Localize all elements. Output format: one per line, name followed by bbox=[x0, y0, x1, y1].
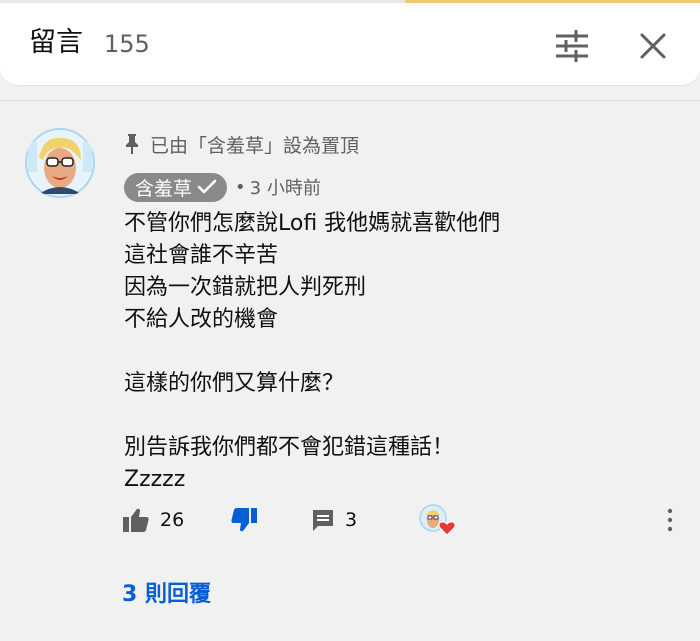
sort-filter-button[interactable] bbox=[553, 27, 591, 65]
author-row: 含羞草 • 3 小時前 bbox=[124, 172, 321, 202]
author-badge[interactable]: 含羞草 bbox=[124, 172, 228, 202]
creator-heart-badge bbox=[418, 502, 458, 538]
close-button[interactable] bbox=[636, 29, 670, 63]
reply-count: 3 bbox=[345, 509, 358, 531]
separator bbox=[0, 100, 700, 101]
reply-icon bbox=[313, 510, 333, 531]
more-options-button[interactable] bbox=[660, 504, 680, 536]
like-button[interactable]: 26 bbox=[122, 500, 184, 540]
comments-header: 留言 155 bbox=[0, 3, 700, 85]
close-icon bbox=[640, 33, 666, 59]
like-count: 26 bbox=[160, 509, 185, 531]
comment-count: 155 bbox=[104, 30, 150, 58]
author-name: 含羞草 bbox=[135, 177, 193, 200]
meta-separator: • bbox=[235, 176, 246, 198]
reply-button[interactable]: 3 bbox=[311, 500, 357, 540]
thumbs-down-icon bbox=[231, 508, 257, 532]
cartoon-avatar-image bbox=[25, 128, 95, 198]
comment-text: 不管你們怎麼說Lofi 我他媽就喜歡他們 這社會誰不辛苦 因為一次錯就把人判死刑… bbox=[124, 211, 501, 492]
heart-icon bbox=[419, 504, 456, 536]
sliders-icon bbox=[556, 30, 588, 62]
more-vert-icon bbox=[667, 508, 673, 532]
view-replies-link[interactable]: 3 則回覆 bbox=[122, 576, 211, 608]
comment-time: 3 小時前 bbox=[249, 178, 321, 199]
author-avatar[interactable] bbox=[25, 128, 95, 198]
thumbs-up-icon bbox=[123, 508, 149, 532]
pin-icon bbox=[126, 134, 138, 154]
pinned-indicator: 已由「含羞草」設為置頂 bbox=[124, 130, 359, 158]
header-title: 留言 bbox=[29, 27, 83, 58]
comment-actions: 26 3 bbox=[122, 500, 682, 540]
dislike-button[interactable] bbox=[230, 500, 258, 540]
verified-check-icon bbox=[197, 179, 217, 194]
pinned-text: 已由「含羞草」設為置頂 bbox=[150, 134, 360, 157]
